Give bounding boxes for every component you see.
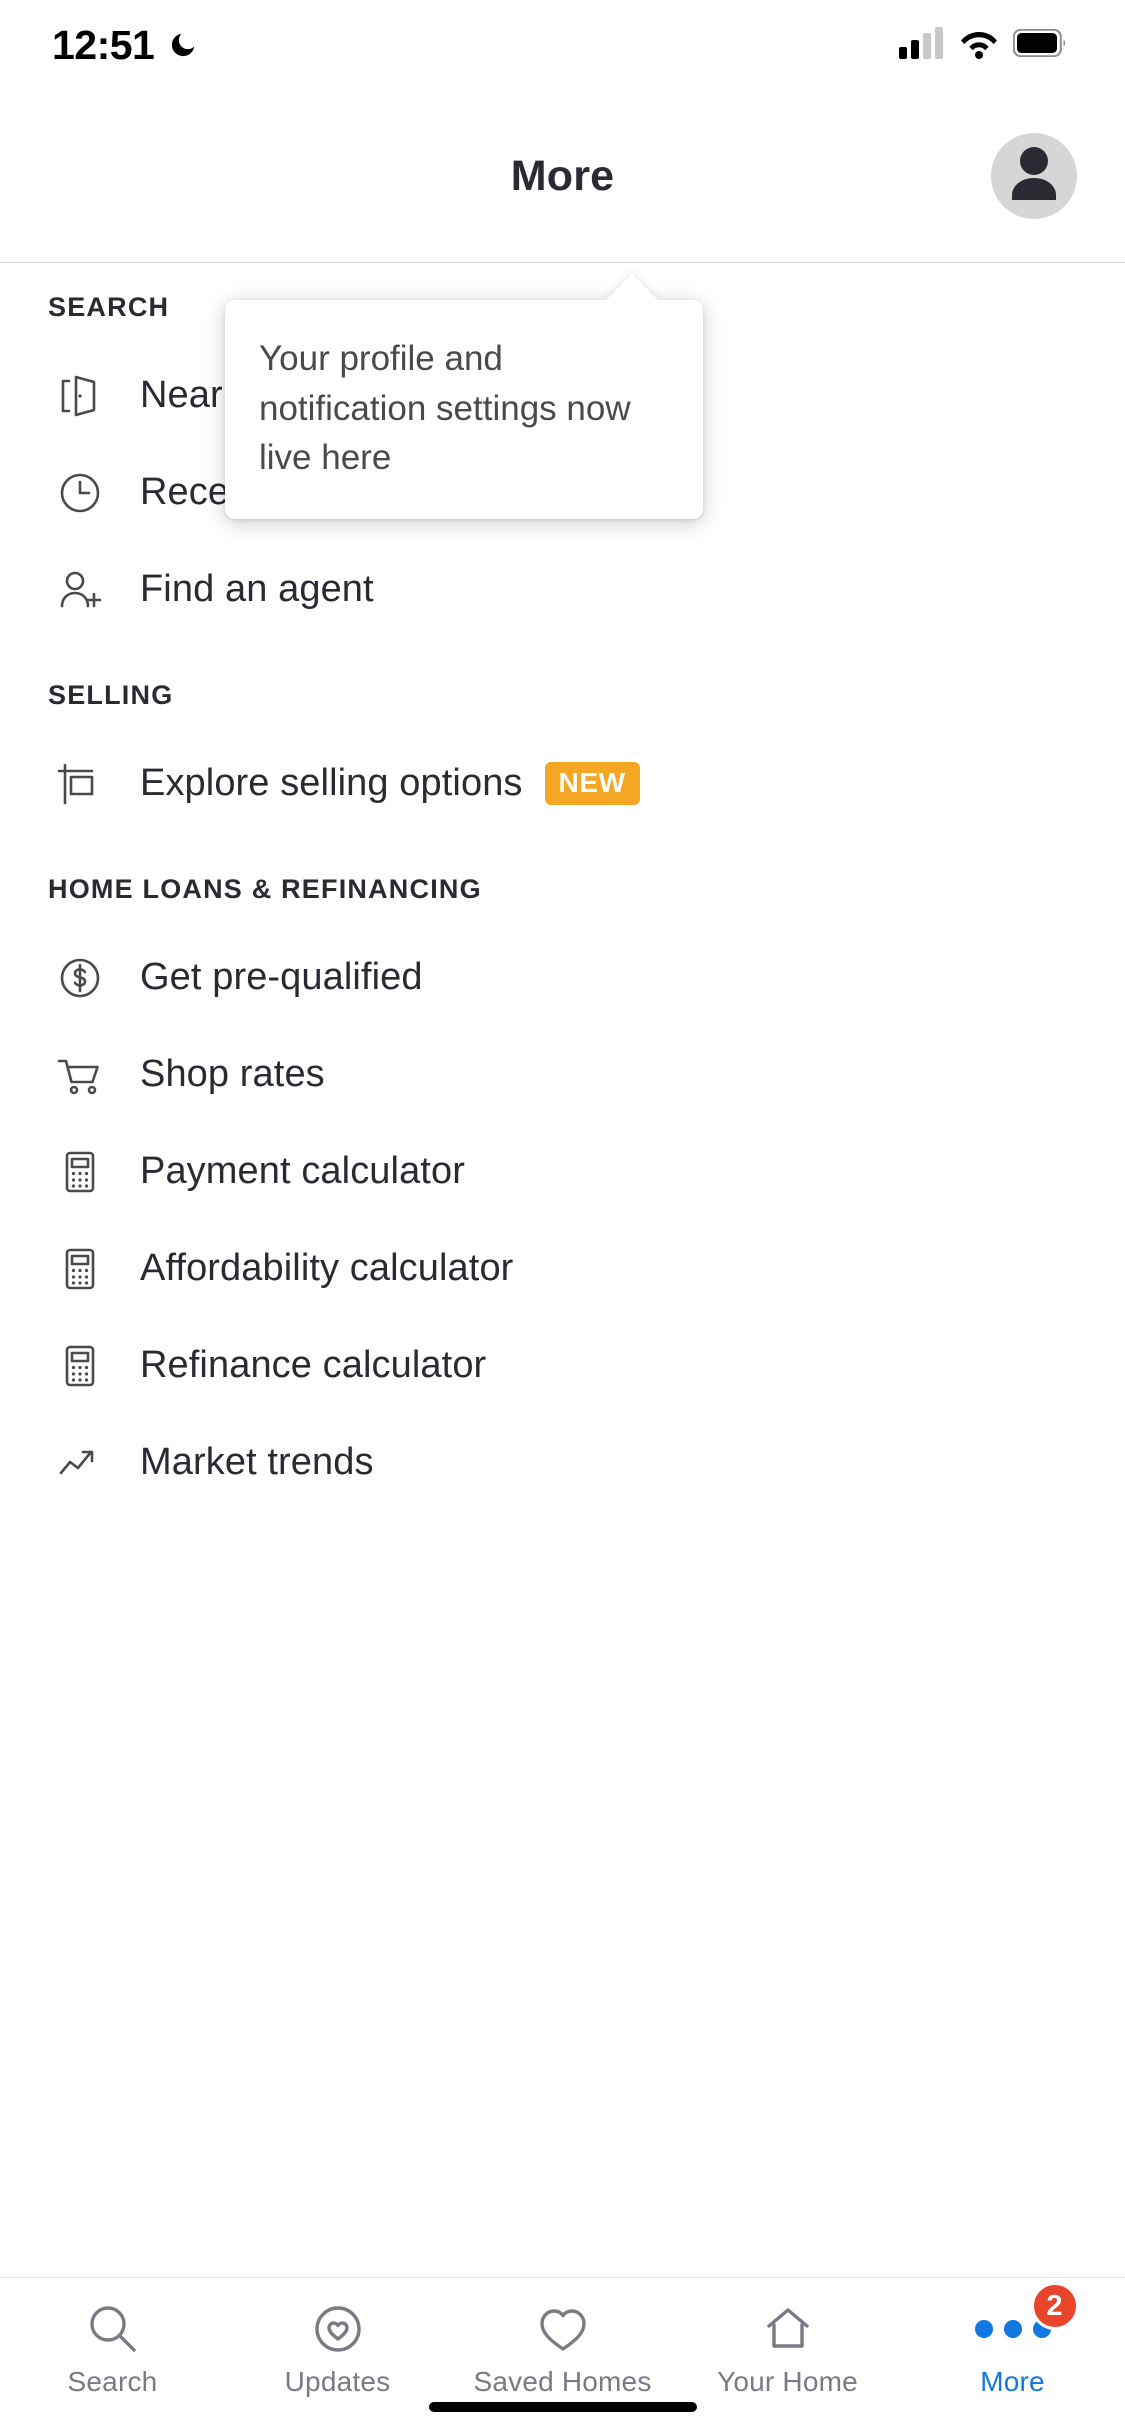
menu-item-label: Get pre-qualified	[140, 956, 423, 998]
heart-icon	[532, 2298, 594, 2360]
open-door-icon	[48, 364, 112, 428]
magnifier-icon	[82, 2298, 144, 2360]
menu-item-label: Shop rates	[140, 1053, 325, 1095]
dot	[974, 2320, 993, 2338]
for-sale-sign-icon	[48, 752, 112, 816]
menu-item-label: Explore selling options	[140, 762, 523, 804]
tab-saved-homes[interactable]: Saved Homes	[450, 2278, 675, 2398]
tab-more[interactable]: 2 More	[900, 2278, 1125, 2398]
home-indicator	[428, 2402, 697, 2412]
status-bar-left: 12:51	[52, 22, 198, 69]
menu-item-payment-calculator[interactable]: Payment calculator	[0, 1129, 1125, 1214]
avatar[interactable]	[991, 133, 1077, 219]
wifi-icon	[958, 27, 1000, 64]
page-header: More	[0, 90, 1125, 263]
menu-item-explore-selling-options[interactable]: Explore selling options NEW	[0, 741, 1125, 826]
tab-label: Updates	[284, 2366, 391, 2397]
dot	[1003, 2320, 1022, 2338]
person-avatar-icon	[991, 133, 1077, 219]
menu-item-label: Market trends	[140, 1441, 374, 1483]
crescent-moon-icon	[168, 30, 198, 60]
tab-label: Saved Homes	[473, 2366, 652, 2397]
section-title: SELLING	[48, 680, 174, 710]
status-badge: NEW	[544, 762, 640, 805]
tab-your-home[interactable]: Your Home	[675, 2278, 900, 2398]
calculator-icon	[48, 1334, 112, 1398]
tab-search[interactable]: Search	[0, 2278, 225, 2398]
status-bar-right	[899, 26, 1067, 64]
menu-item-label: Find an agent	[140, 568, 374, 610]
shopping-cart-icon	[48, 1043, 112, 1107]
house-icon	[757, 2298, 819, 2360]
menu-item-label: Affordability calculator	[140, 1247, 514, 1289]
tab-updates[interactable]: Updates	[225, 2278, 450, 2398]
menu-item-label: Refinance calculator	[140, 1344, 487, 1386]
three-dots-icon: 2	[974, 2282, 1079, 2360]
section-title: HOME LOANS & REFINANCING	[48, 874, 482, 904]
tab-label: More	[980, 2366, 1045, 2397]
tooltip-text: Your profile and notification settings n…	[259, 339, 631, 478]
bottom-tab-bar: Search Updates Saved Homes Your Home 2 M…	[0, 2277, 1125, 2436]
menu-item-refinance-calculator[interactable]: Refinance calculator	[0, 1323, 1125, 1408]
tooltip-body: Your profile and notification settings n…	[225, 300, 703, 520]
menu-item-affordability-calculator[interactable]: Affordability calculator	[0, 1226, 1125, 1311]
section-home-loans: HOME LOANS & REFINANCING Get pre-qualifi…	[0, 826, 1125, 1505]
status-bar-time: 12:51	[52, 21, 155, 68]
dollar-circle-icon	[48, 946, 112, 1010]
battery-icon	[1012, 28, 1067, 62]
menu-item-find-an-agent[interactable]: Find an agent	[0, 547, 1125, 632]
heart-in-circle-icon	[307, 2298, 369, 2360]
clock-icon	[48, 461, 112, 525]
status-bar: 12:51	[0, 0, 1125, 90]
tab-label: Your Home	[717, 2366, 858, 2397]
menu-item-label: Payment calculator	[140, 1150, 465, 1192]
menu-item-market-trends[interactable]: Market trends	[0, 1420, 1125, 1505]
calculator-icon	[48, 1140, 112, 1204]
section-selling: SELLING Explore selling options NEW	[0, 632, 1125, 826]
calculator-icon	[48, 1237, 112, 1301]
cellular-signal-icon	[899, 26, 945, 64]
notification-badge: 2	[1030, 2282, 1079, 2330]
menu-item-get-pre-qualified[interactable]: Get pre-qualified	[0, 935, 1125, 1020]
trend-up-icon	[48, 1431, 112, 1495]
page-title: More	[510, 151, 615, 200]
menu-item-shop-rates[interactable]: Shop rates	[0, 1032, 1125, 1117]
profile-tooltip[interactable]: Your profile and notification settings n…	[225, 274, 703, 520]
tooltip-arrow-icon	[604, 274, 660, 302]
person-add-icon	[48, 558, 112, 622]
tab-label: Search	[67, 2366, 158, 2397]
